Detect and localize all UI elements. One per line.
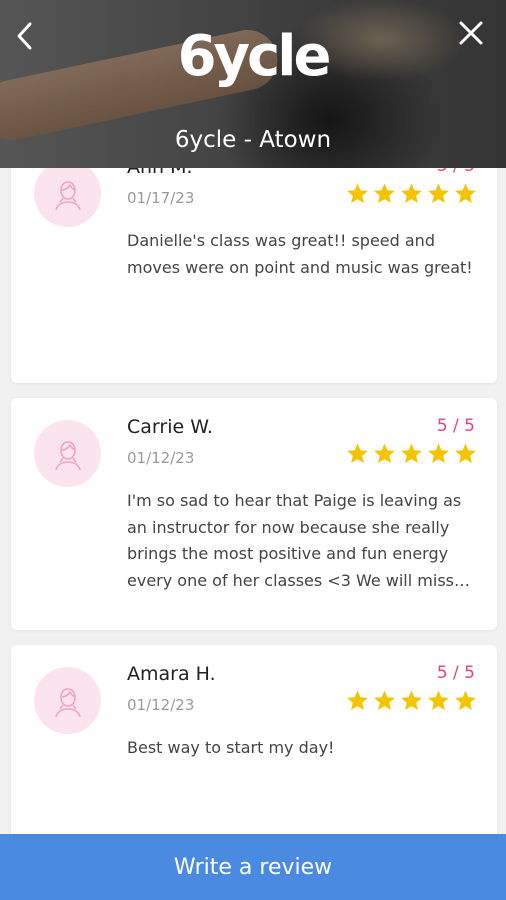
review-card: Carrie W. 01/12/23 5 / 5 I'm so sad to h… [11, 398, 497, 630]
rating-text: 5 / 5 [436, 416, 475, 436]
review-date: 01/17/23 [127, 189, 195, 207]
reviewer-name: Ann M. [127, 168, 193, 180]
user-avatar-icon [54, 687, 81, 717]
user-avatar-icon [54, 180, 81, 210]
star-icon [374, 690, 395, 710]
star-rating [346, 182, 477, 205]
star-icon [428, 183, 449, 203]
review-text: Best way to start my day! [127, 738, 335, 757]
reviewer-avatar [34, 420, 101, 487]
review-date: 01/12/23 [127, 696, 195, 714]
star-icon [401, 443, 422, 463]
review-card: Amara H. 01/12/23 5 / 5 Best way to star… [11, 645, 497, 834]
star-icon [455, 690, 476, 710]
star-icon [455, 443, 476, 463]
star-rating [346, 689, 477, 712]
review-text: I'm so sad to hear that Paige is leaving… [127, 491, 462, 590]
rating-text: 5 / 5 [437, 168, 475, 178]
star-icon [347, 690, 368, 710]
star-icon [374, 443, 395, 463]
reviewer-avatar [34, 168, 101, 227]
user-avatar-icon [54, 440, 81, 470]
star-rating [346, 442, 477, 465]
rating-text: 5 / 5 [436, 663, 475, 683]
studio-title: 6ycle - Atown [174, 127, 332, 153]
reviewer-name: Amara H. [127, 663, 216, 685]
review-card: Ann M. 01/17/23 5 / 5 Danielle's class w… [11, 168, 497, 383]
close-icon [459, 21, 483, 45]
star-icon [455, 183, 476, 203]
reviewer-name: Carrie W. [127, 416, 213, 438]
close-button[interactable] [454, 16, 488, 50]
star-icon [374, 183, 395, 203]
brand-logo: 6ycle [177, 24, 332, 89]
star-icon [347, 443, 368, 463]
review-text: Danielle's class was great!! speed and m… [127, 231, 473, 277]
star-icon [401, 690, 422, 710]
review-date: 01/12/23 [127, 449, 195, 467]
star-icon [401, 183, 422, 203]
star-icon [428, 690, 449, 710]
header: 6ycle 6ycle - Atown [0, 0, 506, 168]
write-review-button[interactable]: Write a review [0, 834, 506, 900]
star-icon [347, 183, 368, 203]
reviewer-avatar [34, 667, 101, 734]
star-icon [428, 443, 449, 463]
reviews-list[interactable]: Ann M. 01/17/23 5 / 5 Danielle's class w… [0, 168, 506, 834]
